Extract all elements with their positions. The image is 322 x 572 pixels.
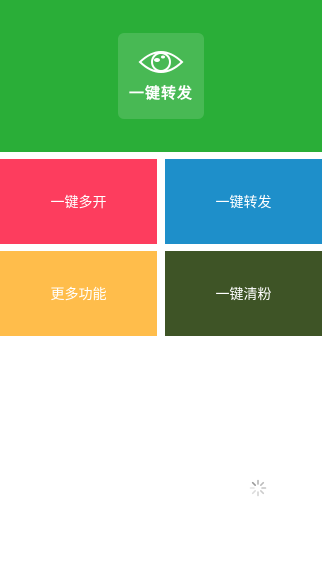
app-logo: 一键转发 [118,33,204,119]
multi-open-button[interactable]: 一键多开 [0,159,157,244]
loading-spinner-icon [249,479,267,497]
eye-icon [138,51,184,73]
more-features-label: 更多功能 [50,286,107,303]
forward-label: 一键转发 [215,194,272,211]
multi-open-label: 一键多开 [50,194,107,211]
app-header: 一键转发 [0,0,322,152]
more-features-button[interactable]: 更多功能 [0,251,157,336]
clear-fans-button[interactable]: 一键清粉 [165,251,322,336]
app-logo-label: 一键转发 [128,84,193,102]
clear-fans-label: 一键清粉 [215,286,272,303]
forward-button[interactable]: 一键转发 [165,159,322,244]
